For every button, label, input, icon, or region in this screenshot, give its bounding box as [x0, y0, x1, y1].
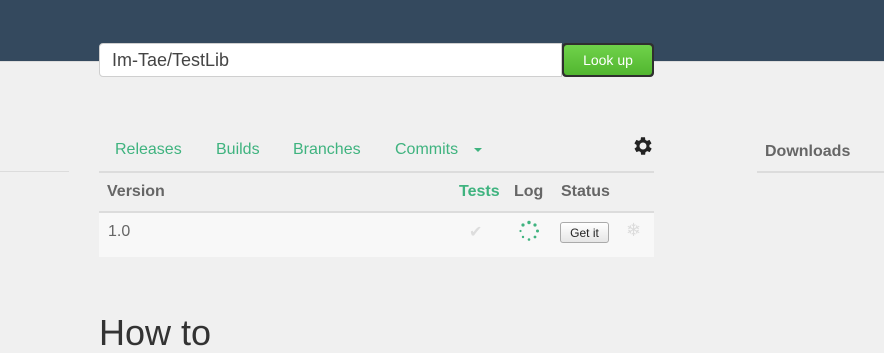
- tab-branches[interactable]: Branches: [293, 141, 361, 159]
- tabs-divider: [99, 171, 654, 173]
- look-up-button[interactable]: Look up: [562, 43, 654, 77]
- caret-down-icon[interactable]: [474, 148, 482, 152]
- nav-tabs: Releases Builds Branches Commits: [99, 138, 654, 172]
- left-divider: [0, 171, 69, 172]
- column-header-tests[interactable]: Tests: [459, 183, 500, 201]
- tab-builds[interactable]: Builds: [216, 141, 260, 159]
- check-icon: ✔: [469, 224, 483, 241]
- downloads-divider: [757, 171, 884, 173]
- version-cell: 1.0: [108, 223, 131, 240]
- repo-search-input[interactable]: [99, 43, 562, 77]
- column-header-version: Version: [107, 183, 165, 200]
- get-it-button[interactable]: Get it: [560, 222, 609, 243]
- tab-commits[interactable]: Commits: [395, 141, 458, 159]
- spinner-icon[interactable]: [518, 220, 540, 242]
- gear-icon[interactable]: [631, 134, 655, 158]
- downloads-heading: Downloads: [765, 143, 851, 160]
- section-heading: How to: [99, 312, 212, 353]
- tab-releases[interactable]: Releases: [115, 141, 182, 159]
- snowflake-icon: ❄: [626, 220, 642, 240]
- column-header-log: Log: [514, 183, 544, 200]
- column-header-status: Status: [561, 183, 610, 200]
- look-up-button-label: Look up: [564, 45, 652, 75]
